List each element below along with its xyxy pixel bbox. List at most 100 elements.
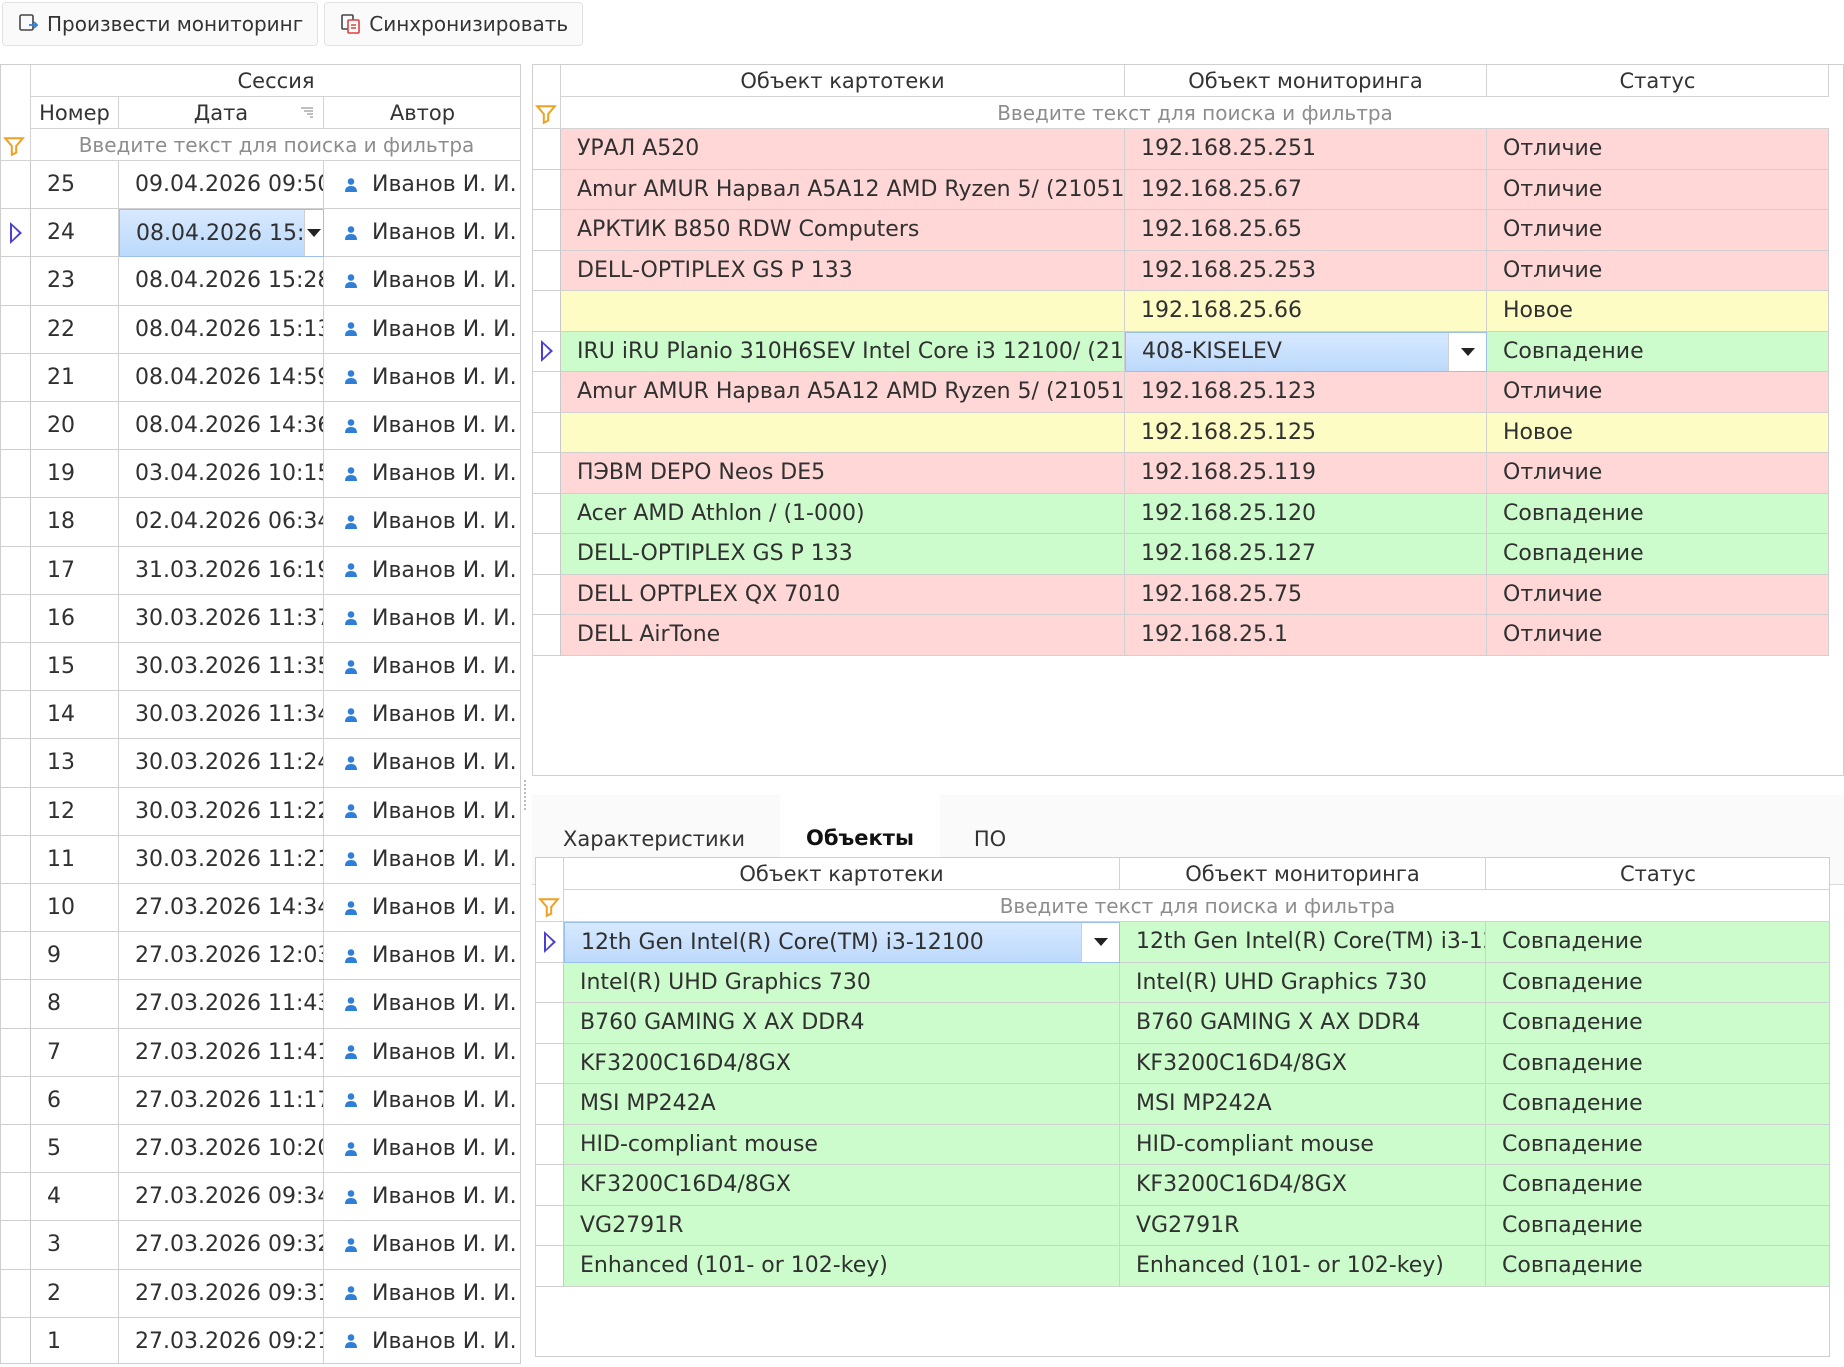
- session-row[interactable]: 25 09.04.2026 09:50 Иванов И. И.: [1, 161, 520, 210]
- session-row[interactable]: 7 27.03.2026 11:41 Иванов И. И.: [1, 1028, 520, 1077]
- objects-filter-input[interactable]: Введите текст для поиска и фильтра: [561, 97, 1829, 129]
- sync-button[interactable]: Синхронизировать: [324, 2, 584, 46]
- row-indicator[interactable]: [1, 209, 31, 258]
- splitter-handle[interactable]: [524, 780, 528, 810]
- row-indicator[interactable]: [1, 402, 31, 451]
- row-indicator[interactable]: [533, 534, 561, 575]
- row-indicator[interactable]: [536, 922, 564, 963]
- object-row[interactable]: DELL OPTPLEX QX 7010 192.168.25.75 Отличие: [533, 574, 1829, 615]
- number-column-header[interactable]: Номер: [31, 97, 119, 129]
- row-indicator[interactable]: [1, 1269, 31, 1318]
- row-indicator[interactable]: [536, 1165, 564, 1206]
- sessions-filter-input[interactable]: Введите текст для поиска и фильтра: [31, 129, 520, 161]
- detail-row[interactable]: KF3200C16D4/8GX KF3200C16D4/8GX Совпадение: [536, 1043, 1829, 1084]
- object-row[interactable]: АРКТИК В850 RDW Computers 192.168.25.65 От…: [533, 210, 1829, 251]
- row-indicator[interactable]: [533, 250, 561, 291]
- row-indicator[interactable]: [1, 1173, 31, 1222]
- row-indicator[interactable]: [1, 594, 31, 643]
- row-indicator[interactable]: [533, 493, 561, 534]
- row-indicator[interactable]: [1, 450, 31, 499]
- author-column-header[interactable]: Автор: [324, 97, 520, 129]
- session-row[interactable]: 16 30.03.2026 11:37 Иванов И. И.: [1, 594, 520, 643]
- detail-row[interactable]: MSI MP242A MSI MP242A Совпадение: [536, 1084, 1829, 1125]
- filter-icon[interactable]: [538, 896, 560, 918]
- session-row[interactable]: 21 08.04.2026 14:59 Иванов И. И.: [1, 353, 520, 402]
- row-indicator[interactable]: [533, 615, 561, 656]
- detail-row[interactable]: 12th Gen Intel(R) Core(TM) i3-12100 12th …: [536, 922, 1829, 963]
- object-row[interactable]: УРАЛ А520 192.168.25.251 Отличие: [533, 129, 1829, 170]
- object-row[interactable]: DELL-OPTIPLEX GS P 133 192.168.25.253 Отли…: [533, 250, 1829, 291]
- details-filter-input[interactable]: Введите текст для поиска и фильтра: [564, 890, 1829, 922]
- row-indicator[interactable]: [1, 1125, 31, 1174]
- session-row[interactable]: 23 08.04.2026 15:28 Иванов И. И.: [1, 257, 520, 306]
- object-row[interactable]: Acer AMD Athlon / (1-000) 192.168.25.120 С…: [533, 493, 1829, 534]
- row-indicator[interactable]: [533, 210, 561, 251]
- detail-card[interactable]: 12th Gen Intel(R) Core(TM) i3-12100: [564, 922, 1120, 963]
- objects-monitor-column-header[interactable]: Объект мониторинга: [1125, 65, 1487, 97]
- object-row[interactable]: 192.168.25.125 Новое: [533, 412, 1829, 453]
- session-row[interactable]: 22 08.04.2026 15:13 Иванов И. И.: [1, 305, 520, 354]
- row-indicator[interactable]: [1, 835, 31, 884]
- row-indicator[interactable]: [536, 1084, 564, 1125]
- session-row[interactable]: 17 31.03.2026 16:19 Иванов И. И.: [1, 546, 520, 595]
- object-monitor[interactable]: 408-KISELEV: [1125, 331, 1487, 372]
- session-row[interactable]: 24 08.04.2026 15: Иванов И. И.: [1, 209, 520, 258]
- row-indicator[interactable]: [533, 453, 561, 494]
- detail-row[interactable]: VG2791R VG2791R Совпадение: [536, 1205, 1829, 1246]
- row-indicator[interactable]: [1, 353, 31, 402]
- row-indicator[interactable]: [1, 980, 31, 1029]
- session-row[interactable]: 8 27.03.2026 11:43 Иванов И. И.: [1, 980, 520, 1029]
- row-indicator[interactable]: [536, 1124, 564, 1165]
- session-row[interactable]: 19 03.04.2026 10:15 Иванов И. И.: [1, 450, 520, 499]
- row-indicator[interactable]: [1, 1317, 31, 1363]
- row-indicator[interactable]: [1, 1076, 31, 1125]
- objects-status-column-header[interactable]: Статус: [1487, 65, 1829, 97]
- row-indicator[interactable]: [1, 1028, 31, 1077]
- row-indicator[interactable]: [536, 1205, 564, 1246]
- session-row[interactable]: 2 27.03.2026 09:31 Иванов И. И.: [1, 1269, 520, 1318]
- session-row[interactable]: 12 30.03.2026 11:22 Иванов И. И.: [1, 787, 520, 836]
- session-row[interactable]: 9 27.03.2026 12:03 Иванов И. И.: [1, 932, 520, 981]
- details-monitor-column-header[interactable]: Объект мониторинга: [1120, 858, 1486, 890]
- date-column-header[interactable]: Дата: [119, 97, 324, 129]
- row-indicator[interactable]: [1, 884, 31, 933]
- filter-icon[interactable]: [535, 103, 557, 125]
- detail-row[interactable]: Intel(R) UHD Graphics 730 Intel(R) UHD Gr…: [536, 962, 1829, 1003]
- row-indicator[interactable]: [533, 372, 561, 413]
- session-row[interactable]: 18 02.04.2026 06:34 Иванов И. И.: [1, 498, 520, 547]
- row-indicator[interactable]: [533, 412, 561, 453]
- row-indicator[interactable]: [1, 498, 31, 547]
- session-row[interactable]: 14 30.03.2026 11:34 Иванов И. И.: [1, 691, 520, 740]
- detail-row[interactable]: KF3200C16D4/8GX KF3200C16D4/8GX Совпадение: [536, 1165, 1829, 1206]
- objects-card-column-header[interactable]: Объект картотеки: [561, 65, 1125, 97]
- session-row[interactable]: 4 27.03.2026 09:34 Иванов И. И.: [1, 1173, 520, 1222]
- object-row[interactable]: 192.168.25.66 Новое: [533, 291, 1829, 332]
- session-row[interactable]: 13 30.03.2026 11:24 Иванов И. И.: [1, 739, 520, 788]
- row-indicator[interactable]: [1, 161, 31, 210]
- detail-row[interactable]: B760 GAMING X AX DDR4 B760 GAMING X AX DD…: [536, 1003, 1829, 1044]
- row-indicator[interactable]: [533, 169, 561, 210]
- dropdown-arrow-icon[interactable]: [1448, 332, 1486, 371]
- row-indicator[interactable]: [536, 1043, 564, 1084]
- row-indicator[interactable]: [1, 305, 31, 354]
- session-row[interactable]: 1 27.03.2026 09:21 Иванов И. И.: [1, 1317, 520, 1363]
- session-row[interactable]: 3 27.03.2026 09:32 Иванов И. И.: [1, 1221, 520, 1270]
- session-row[interactable]: 6 27.03.2026 11:17 Иванов И. И.: [1, 1076, 520, 1125]
- session-row[interactable]: 15 30.03.2026 11:35 Иванов И. И.: [1, 643, 520, 692]
- row-indicator[interactable]: [533, 291, 561, 332]
- session-row[interactable]: 5 27.03.2026 10:20 Иванов И. И.: [1, 1125, 520, 1174]
- dropdown-arrow-icon[interactable]: [1081, 923, 1119, 962]
- filter-icon[interactable]: [3, 135, 25, 157]
- session-row[interactable]: 11 30.03.2026 11:21 Иванов И. И.: [1, 835, 520, 884]
- detail-row[interactable]: HID-compliant mouse HID-compliant mouse Со…: [536, 1124, 1829, 1165]
- row-indicator[interactable]: [536, 1246, 564, 1287]
- object-row[interactable]: Amur AMUR Нарвал А5А12 AMD Ryzen 5/ (210…: [533, 372, 1829, 413]
- object-row[interactable]: DELL AirTone 192.168.25.1 Отличие: [533, 615, 1829, 656]
- monitor-button[interactable]: Произвести мониторинг: [2, 2, 319, 46]
- row-indicator[interactable]: [1, 739, 31, 788]
- row-indicator[interactable]: [1, 643, 31, 692]
- detail-row[interactable]: Enhanced (101- or 102-key) Enhanced (101-…: [536, 1246, 1829, 1287]
- row-indicator[interactable]: [1, 691, 31, 740]
- dropdown-arrow-icon[interactable]: [304, 210, 323, 257]
- row-indicator[interactable]: [1, 932, 31, 981]
